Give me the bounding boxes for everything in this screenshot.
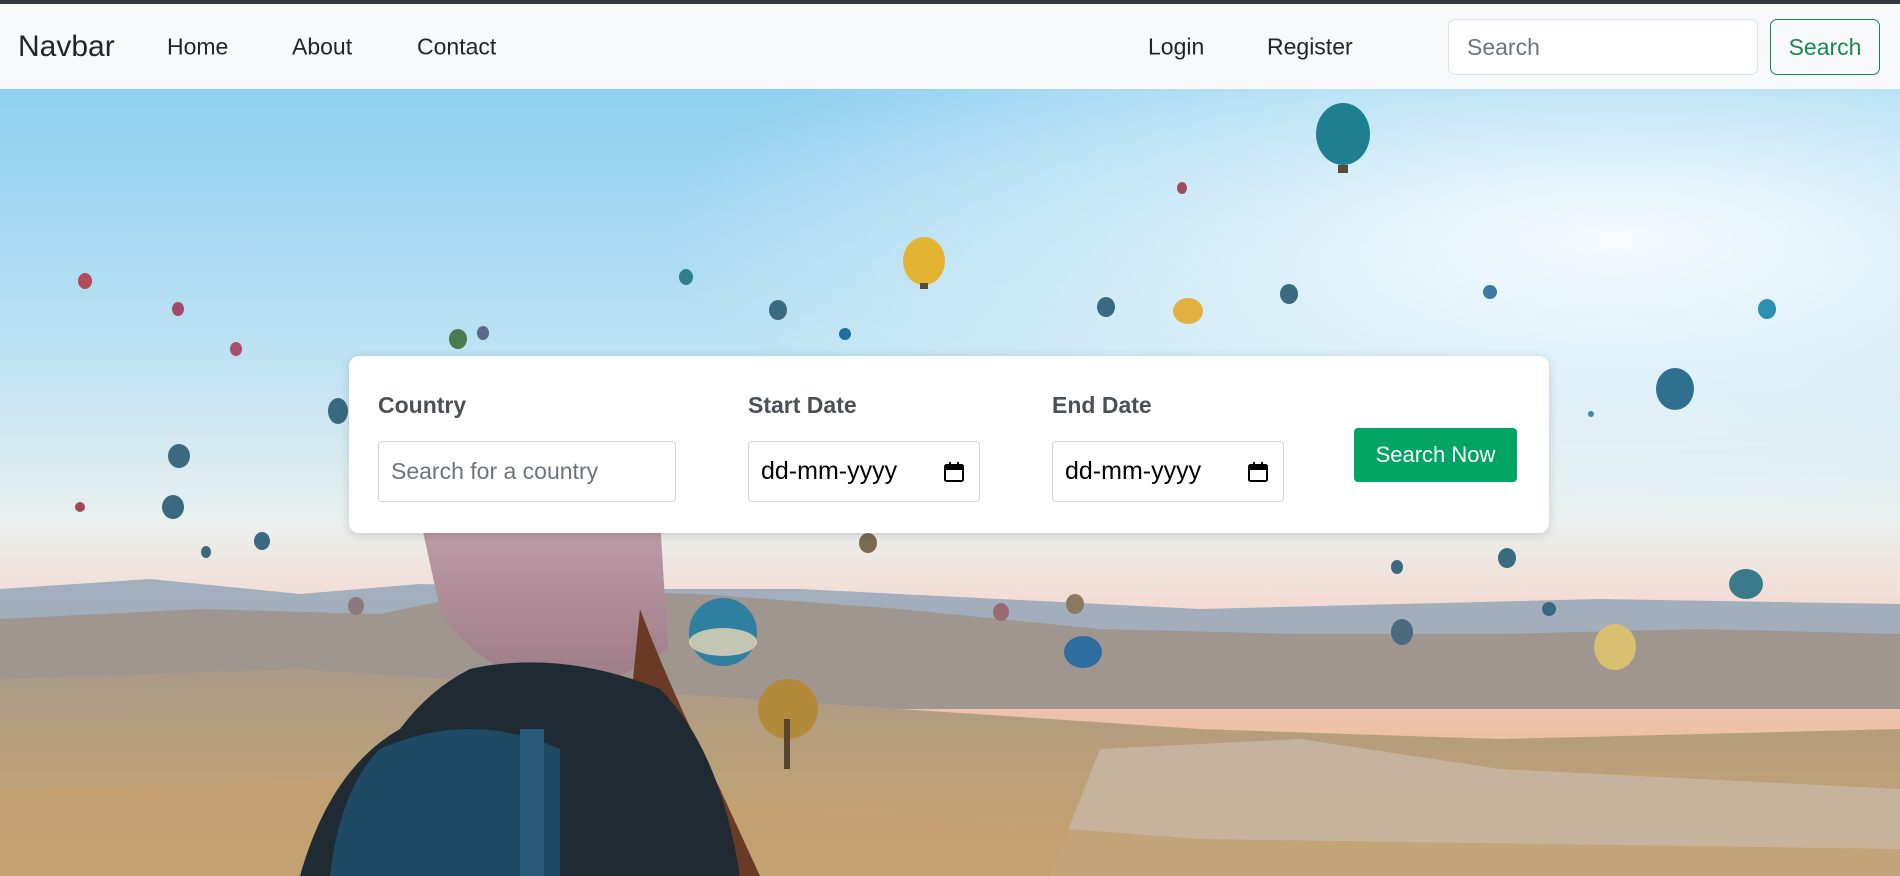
end-date-label: End Date — [1052, 392, 1152, 418]
calendar-icon[interactable] — [943, 461, 965, 483]
navbar: Navbar Home About Contact Login Register… — [0, 4, 1900, 89]
start-date-value: dd-mm-yyyy — [761, 457, 898, 485]
search-now-button[interactable]: Search Now — [1354, 428, 1517, 482]
nav-link-contact[interactable]: Contact — [417, 33, 496, 60]
start-date-label: Start Date — [748, 392, 857, 418]
nav-link-login[interactable]: Login — [1148, 33, 1204, 60]
search-card: Country Start Date dd-mm-yyyy End Date d… — [349, 356, 1549, 533]
calendar-icon[interactable] — [1247, 461, 1269, 483]
end-date-value: dd-mm-yyyy — [1065, 457, 1202, 485]
nav-link-register[interactable]: Register — [1267, 33, 1353, 60]
nav-link-home[interactable]: Home — [167, 33, 228, 60]
country-label: Country — [378, 392, 467, 418]
end-date-input[interactable]: dd-mm-yyyy — [1052, 441, 1284, 502]
navbar-search-button[interactable]: Search — [1770, 19, 1880, 75]
navbar-brand[interactable]: Navbar — [18, 30, 115, 64]
country-search-input[interactable] — [378, 441, 676, 502]
navbar-search-input[interactable] — [1448, 19, 1758, 75]
start-date-input[interactable]: dd-mm-yyyy — [748, 441, 980, 502]
nav-link-about[interactable]: About — [292, 33, 352, 60]
